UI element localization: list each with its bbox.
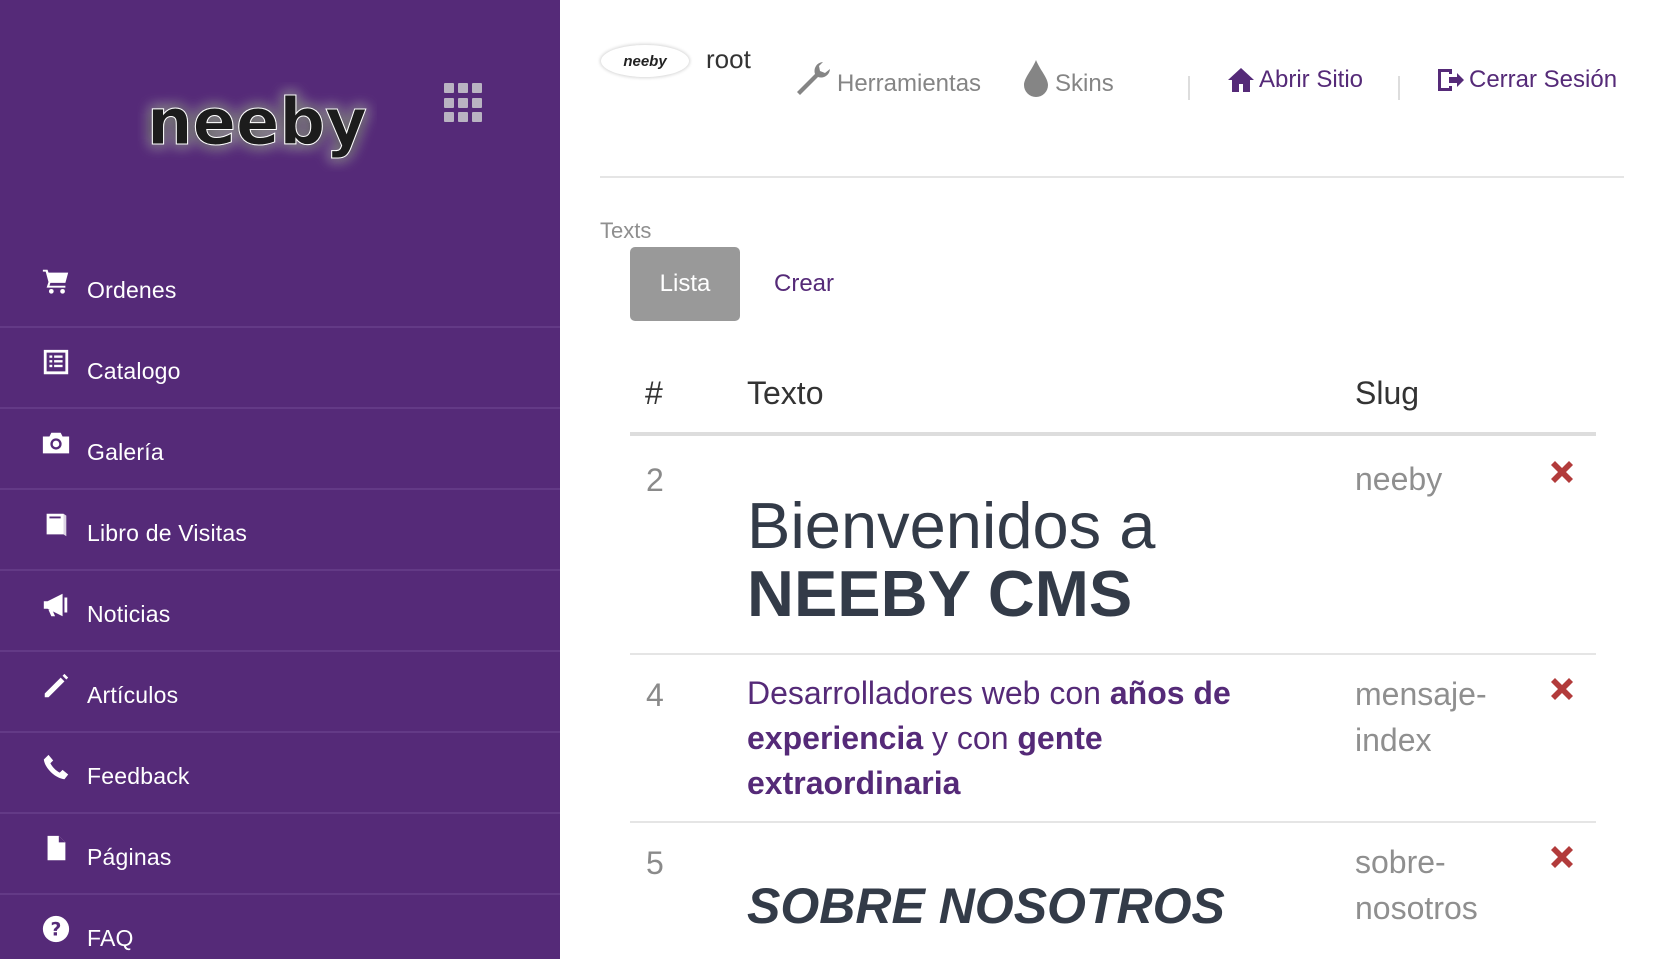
wrench-icon (797, 62, 830, 95)
delete-icon[interactable] (1546, 841, 1578, 873)
pencil-icon (40, 670, 72, 702)
sidebar-item-noticias[interactable]: Noticias (0, 571, 560, 652)
open-site-link[interactable]: Abrir Sitio (1227, 66, 1363, 94)
row-slug: neeby (1355, 461, 1443, 497)
cart-icon (40, 265, 72, 297)
table-row[interactable]: 2 Bienvenidos a NEEBY CMS neeby (630, 436, 1596, 653)
tools-label: Herramientas (837, 70, 982, 97)
sidebar-item-label: Libro de Visitas (87, 520, 248, 546)
table-row[interactable]: 4 Desarrolladores web con años de experi… (630, 655, 1596, 821)
apps-grid-icon[interactable] (444, 83, 484, 123)
row-text-line: Bienvenidos a (747, 489, 1156, 562)
section-title: Texts (600, 218, 652, 243)
sidebar-item-label: Catalogo (87, 358, 181, 384)
row-id: 4 (646, 677, 664, 713)
topbar-separator (1398, 76, 1400, 100)
tools-link[interactable]: Herramientas (793, 58, 981, 98)
avatar[interactable]: neeby (601, 45, 689, 77)
sidebar-item-galeria[interactable]: Galería (0, 409, 560, 490)
logout-label: Cerrar Sesión (1469, 66, 1618, 93)
megaphone-icon (40, 589, 72, 621)
sidebar-item-libro-de-visitas[interactable]: Libro de Visitas (0, 490, 560, 571)
row-id: 2 (646, 462, 664, 498)
droplet-icon (1024, 60, 1048, 97)
list-icon (40, 346, 72, 378)
row-slug: sobre-nosotros (1355, 844, 1478, 926)
open-site-label: Abrir Sitio (1259, 66, 1364, 93)
delete-icon[interactable] (1546, 456, 1578, 488)
sidebar-item-articulos[interactable]: Artículos (0, 652, 560, 733)
brand-logo[interactable]: neeby (137, 82, 377, 172)
question-icon: ? (40, 913, 72, 945)
logout-link[interactable]: Cerrar Sesión (1435, 66, 1617, 94)
sidebar-item-catalogo[interactable]: Catalogo (0, 328, 560, 409)
camera-icon (40, 427, 72, 459)
brand-logo-text: neeby (147, 86, 367, 160)
home-icon (1228, 68, 1254, 92)
username[interactable]: root (706, 44, 751, 75)
app: neeby Ordenes Catalogo Galería Libro de … (0, 0, 1667, 959)
sidebar-item-label: FAQ (87, 925, 134, 951)
skins-link[interactable]: Skins (1021, 58, 1114, 98)
row-slug: mensaje-index (1355, 676, 1487, 758)
column-header-text: Texto (747, 375, 824, 411)
topbar-divider (600, 176, 1624, 178)
svg-text:?: ? (51, 920, 62, 941)
sidebar-item-faq[interactable]: ? FAQ (0, 895, 560, 959)
sidebar-nav: Ordenes Catalogo Galería Libro de Visita… (0, 247, 560, 959)
sidebar-item-label: Ordenes (87, 277, 177, 303)
row-id: 5 (646, 845, 664, 881)
sidebar-item-label: Galería (87, 439, 164, 465)
row-text-part: y con (923, 720, 1018, 756)
logout-icon (1438, 69, 1464, 91)
row-text: Bienvenidos a NEEBY CMS (747, 492, 1307, 628)
book-icon (40, 508, 72, 540)
topbar-separator (1188, 76, 1190, 100)
row-text: SOBRE NOSOTROS (747, 878, 1225, 934)
sidebar-item-feedback[interactable]: Feedback (0, 733, 560, 814)
row-text: Desarrolladores web con años de experien… (747, 671, 1237, 806)
row-text-line-bold: NEEBY CMS (747, 557, 1133, 630)
sidebar-item-label: Feedback (87, 763, 190, 789)
sidebar-item-label: Noticias (87, 601, 171, 627)
column-header-id: # (645, 375, 663, 411)
sidebar-item-label: Artículos (87, 682, 179, 708)
sidebar-item-paginas[interactable]: Páginas (0, 814, 560, 895)
skins-label: Skins (1055, 70, 1114, 97)
tab-create[interactable]: Crear (774, 270, 834, 298)
column-header-slug: Slug (1355, 375, 1420, 411)
tab-list[interactable]: Lista (630, 247, 740, 321)
file-icon (40, 832, 72, 864)
sidebar-item-ordenes[interactable]: Ordenes (0, 247, 560, 328)
topbar: neeby root Herramientas Skins Abrir Siti… (560, 0, 1667, 178)
sidebar: neeby Ordenes Catalogo Galería Libro de … (0, 0, 560, 959)
phone-icon (40, 751, 72, 783)
table-row[interactable]: 5 SOBRE NOSOTROS sobre-nosotros (630, 823, 1596, 959)
delete-icon[interactable] (1546, 673, 1578, 705)
sidebar-item-label: Páginas (87, 844, 172, 870)
row-text-part: Desarrolladores web con (747, 675, 1110, 711)
